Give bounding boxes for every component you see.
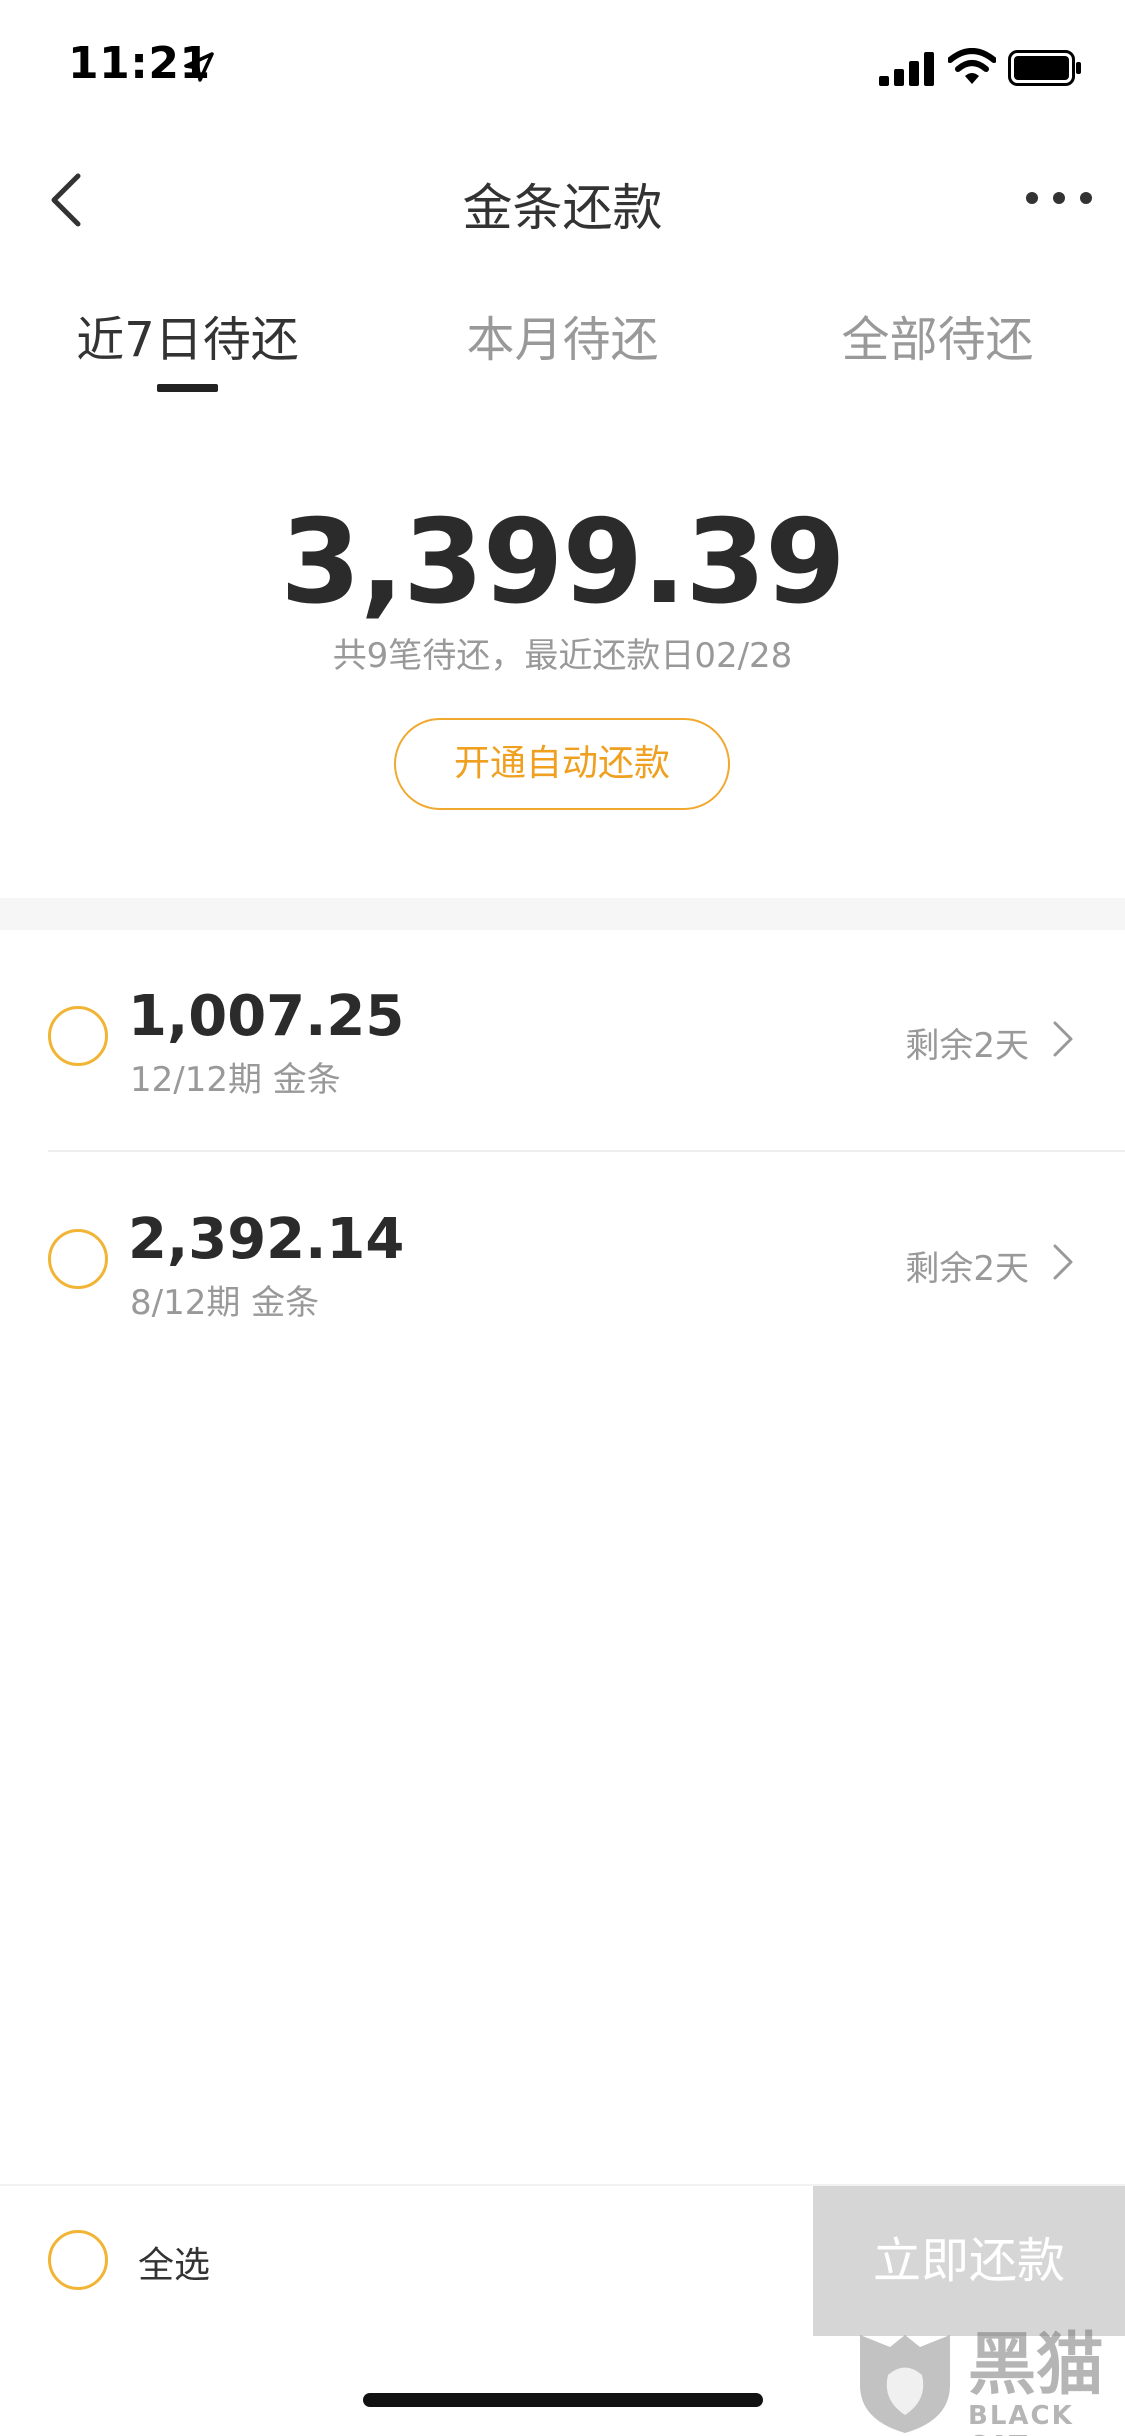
- item-installment: 8/12期 金条: [130, 1283, 320, 1323]
- select-all-radio[interactable]: [48, 2230, 108, 2290]
- tab-all[interactable]: 全部待还: [750, 300, 1125, 370]
- item-installment: 12/12期 金条: [130, 1060, 341, 1100]
- item-amount: 1,007.25: [128, 984, 405, 1049]
- screen: 11:21 金条还款 近7日待还 本月待还 全部待还 3,399.39 共9笔待…: [0, 0, 1125, 2436]
- item-select-radio[interactable]: [48, 1229, 108, 1289]
- navigation-bar: 金条还款: [0, 150, 1125, 250]
- black-cat-watermark: 黑猫 BLACK CAT: [850, 2325, 1125, 2436]
- total-due-subtitle: 共9笔待还，最近还款日02/28: [332, 636, 793, 676]
- battery-icon: [1008, 50, 1081, 86]
- section-divider: [0, 898, 1125, 930]
- black-cat-logo-icon: [860, 2335, 950, 2433]
- cellular-signal-icon: [879, 52, 934, 86]
- item-amount: 2,392.14: [128, 1207, 405, 1272]
- auto-repay-button[interactable]: 开通自动还款: [394, 718, 730, 810]
- active-tab-indicator: [157, 384, 218, 392]
- page-title: 金条还款: [462, 179, 663, 237]
- chevron-right-icon: [1053, 1021, 1073, 1057]
- more-dots-icon[interactable]: [1024, 186, 1094, 210]
- location-arrow-icon: [184, 52, 214, 82]
- item-remaining-days: 剩余2天: [905, 1249, 1029, 1289]
- tab-bar: 近7日待还 本月待还 全部待还: [0, 300, 1125, 400]
- pay-now-button[interactable]: 立即还款: [813, 2186, 1125, 2336]
- select-all-label[interactable]: 全选: [138, 2236, 210, 2288]
- wifi-icon: [948, 48, 996, 84]
- total-due-amount: 3,399.39: [280, 495, 845, 630]
- list-item[interactable]: 2,392.14 8/12期 金条 剩余2天: [0, 1153, 1125, 1373]
- tab-next-7-days[interactable]: 近7日待还: [0, 300, 375, 370]
- item-separator: [48, 1150, 1125, 1152]
- item-remaining-days: 剩余2天: [905, 1026, 1029, 1066]
- list-item[interactable]: 1,007.25 12/12期 金条 剩余2天: [0, 930, 1125, 1152]
- watermark-text: 黑猫: [968, 2326, 1105, 2405]
- tab-this-month[interactable]: 本月待还: [375, 300, 750, 370]
- chevron-right-icon: [1053, 1244, 1073, 1280]
- home-indicator: [363, 2393, 763, 2407]
- status-bar: 11:21: [0, 0, 1125, 132]
- watermark-subtext: BLACK CAT: [968, 2401, 1074, 2436]
- bottom-action-bar: 全选 立即还款: [0, 2184, 1125, 2336]
- item-select-radio[interactable]: [48, 1006, 108, 1066]
